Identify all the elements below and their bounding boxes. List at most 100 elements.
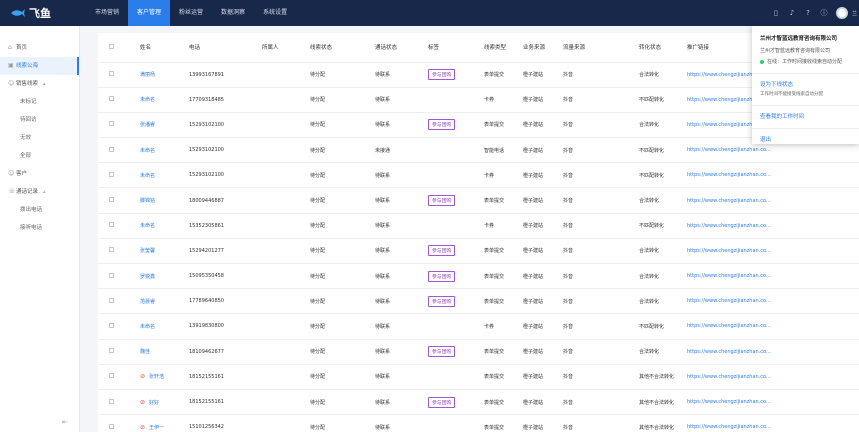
cell-biz: 橙子建站 — [523, 364, 563, 390]
lead-name-link[interactable]: 好好 — [149, 400, 159, 406]
sidebar-item-sales-leads[interactable]: ☺ 销售线索 ▴ — [0, 75, 79, 93]
table-row[interactable]: 滕锦铭 18009446887 待分配 待联系 参与团购 表单提交 橙子建站 抖音 合法转化 ht… — [98, 187, 859, 214]
lead-name-link[interactable]: 满丽杨 — [140, 72, 155, 78]
cell-phone: 15352305861 — [189, 213, 262, 239]
promo-link[interactable]: https://www.chengzijianzhan.co... — [687, 198, 771, 204]
select-all-checkbox[interactable] — [98, 33, 140, 63]
help-icon[interactable]: ? — [800, 0, 816, 26]
promo-link[interactable]: https://www.chengzijianzhan.co... — [687, 248, 771, 254]
cell-biz: 橙子建站 — [523, 112, 563, 139]
app-logo[interactable]: 飞鱼 — [0, 0, 80, 26]
row-checkbox[interactable] — [98, 137, 140, 164]
row-checkbox[interactable] — [98, 87, 140, 113]
lead-name-link[interactable]: 王伊一 — [149, 425, 164, 431]
lead-name-link[interactable]: 未命名 — [140, 148, 155, 154]
sidebar-item-revisit[interactable]: 待回访 — [0, 111, 79, 129]
view-worktime-link[interactable]: 查看我的工作时间 — [760, 112, 851, 120]
col-name: 姓名 — [140, 33, 189, 63]
cell-link: https://www.chengzijianzhan.co... — [687, 238, 859, 265]
lead-name-link[interactable]: 滕锦铭 — [140, 198, 155, 204]
sidebar-item-outgoing[interactable]: 拨出电话 — [0, 201, 79, 219]
promo-link[interactable]: https://www.chengzijianzhan.co... — [687, 399, 771, 405]
user-short-name[interactable]: 兰 — [852, 10, 857, 17]
lead-name-link[interactable]: 张潘睿 — [140, 122, 155, 128]
lead-name-link[interactable]: 范晨睿 — [140, 299, 155, 305]
lead-name-link[interactable]: 未命名 — [140, 173, 155, 179]
nav-fans[interactable]: 粉丝运营 — [170, 0, 212, 26]
table-row[interactable]: 未命名 13919830800 待分配 待联系 卡券 橙子建站 抖音 不匹配转化 https:/… — [98, 313, 859, 340]
nav-customer-management[interactable]: 客户管理 — [128, 0, 171, 26]
table-row[interactable]: ⊘ 王伊一 15101256342 待分配 待联系 表单提交 橙子建站 抖音 其他不合法转化 ht… — [98, 414, 859, 432]
cell-name: 罗锐鑫 — [140, 263, 189, 290]
cell-link: https://www.chengzijianzhan.co... — [687, 213, 859, 239]
table-row[interactable]: 罗锐鑫 15095350458 待分配 待联系 参与团购 表单提交 橙子建站 抖音 合法转化 ht… — [98, 263, 859, 290]
row-checkbox[interactable] — [98, 364, 140, 390]
nav-system-settings[interactable]: 系统设置 — [254, 0, 296, 26]
table-row[interactable]: 未命名 15293102100 待分配 待联系 卡券 橙子建站 抖音 不匹配转化 https:/… — [98, 162, 859, 189]
row-checkbox[interactable] — [98, 339, 140, 365]
row-checkbox[interactable] — [98, 313, 140, 340]
lead-name-link[interactable]: 罗锐鑫 — [140, 274, 155, 280]
sidebar-item-call-records[interactable]: ☏ 通话记录 ▴ — [0, 183, 79, 201]
promo-link[interactable]: https://www.chengzijianzhan.co... — [687, 323, 771, 329]
row-checkbox[interactable] — [98, 162, 140, 189]
company-sub: 兰州才智蓝远教育咨询有限公司 — [760, 48, 831, 54]
sidebar-item-clue-pool[interactable]: ▣ 线索公海 — [0, 57, 79, 75]
nav-data-insight[interactable]: 数据洞察 — [212, 0, 254, 26]
promo-link[interactable]: https://www.chengzijianzhan.co... — [687, 298, 771, 304]
sidebar-item-incoming[interactable]: 接听电话 — [0, 219, 79, 237]
table-row[interactable]: 未命名 15352305861 待分配 待联系 卡券 橙子建站 抖音 不匹配转化 https:/… — [98, 213, 859, 239]
cell-status: 待分配 — [310, 62, 375, 88]
table-row[interactable]: ⊘ 张轩浩 18152155161 待分配 待联系 表单提交 橙子建站 抖音 其他不合法转化 ht… — [98, 364, 859, 390]
logout-link[interactable]: 退出 — [760, 135, 851, 143]
promo-link[interactable]: https://www.chengzijianzhan.co... — [687, 172, 771, 178]
promo-link[interactable]: https://www.chengzijianzhan.co... — [687, 424, 771, 430]
cell-biz: 橙子建站 — [523, 87, 563, 113]
sidebar-item-customer[interactable]: ☺ 客户 — [0, 165, 79, 183]
promo-link[interactable]: https://www.chengzijianzhan.co... — [687, 223, 771, 229]
mobile-icon[interactable]: ▯ — [768, 0, 784, 26]
table-row[interactable]: 满丽杨 13993167891 待分配 待联系 参与团购 表单提交 橙子建站 抖音 合法转化 ht… — [98, 62, 859, 88]
table-row[interactable]: 张潘睿 15293102100 待分配 待联系 参与团购 表单提交 橙子建站 抖音 合法转化 ht… — [98, 112, 859, 139]
collapse-sidebar-icon[interactable]: ⇤ — [62, 418, 68, 426]
row-checkbox[interactable] — [98, 112, 140, 139]
lead-name-link[interactable]: 张莹馨 — [140, 248, 155, 254]
row-checkbox[interactable] — [98, 238, 140, 265]
table-row[interactable]: 魏佳 18109462677 待分配 待联系 参与团购 表单提交 橙子建站 抖音 合法转化 htt… — [98, 339, 859, 365]
sidebar-item-unmarked[interactable]: 未标记 — [0, 93, 79, 111]
cell-link: https://www.chengzijianzhan.co... — [687, 263, 859, 290]
table-row[interactable]: ⊘ 好好 18152155161 待分配 待联系 参与团购 表单提交 橙子建站 抖音 其他不合法转… — [98, 389, 859, 416]
table-row[interactable]: 张莹馨 15294201277 待分配 待联系 参与团购 表单提交 橙子建站 抖音 合法转化 ht… — [98, 238, 859, 265]
avatar[interactable] — [835, 7, 848, 19]
row-checkbox[interactable] — [98, 389, 140, 416]
lead-name-link[interactable]: 未命名 — [140, 97, 155, 103]
row-checkbox[interactable] — [98, 213, 140, 239]
row-checkbox[interactable] — [98, 288, 140, 315]
table-row[interactable]: 范晨睿 17789640850 待分配 待联系 参与团购 表单提交 橙子建站 抖音 合法转化 ht… — [98, 288, 859, 315]
sidebar-item-all[interactable]: 全部 — [0, 147, 79, 165]
lead-name-link[interactable]: 未命名 — [140, 223, 155, 229]
bell-icon[interactable]: ♪ — [784, 0, 800, 26]
sidebar-item-invalid[interactable]: 无效 — [0, 129, 79, 147]
promo-link[interactable]: https://www.chengzijianzhan.co... — [687, 147, 771, 153]
table-row[interactable]: 未命名 17709318485 待分配 待联系 卡券 橙子建站 抖音 不匹配转化 https:/… — [98, 87, 859, 113]
lead-name-link[interactable]: 张轩浩 — [149, 374, 164, 380]
set-offline-link[interactable]: 设为下线状态 — [760, 80, 851, 88]
cell-phone: 18152155161 — [189, 364, 262, 390]
row-checkbox[interactable] — [98, 263, 140, 290]
row-checkbox[interactable] — [98, 414, 140, 432]
lead-name-link[interactable]: 未命名 — [140, 324, 155, 330]
cell-traffic: 抖音 — [563, 238, 639, 265]
lead-name-link[interactable]: 魏佳 — [140, 349, 150, 355]
table-row[interactable]: 未命名 15293102100 待分配 未接通 智能电话 橙子建站 抖音 不匹配转化 https… — [98, 137, 859, 164]
promo-link[interactable]: https://www.chengzijianzhan.co... — [687, 273, 771, 279]
row-checkbox[interactable] — [98, 187, 140, 214]
info-icon[interactable]: ⓘ — [816, 0, 832, 26]
promo-link[interactable]: https://www.chengzijianzhan.co... — [687, 374, 771, 380]
nav-marketing[interactable]: 市场营销 — [86, 0, 128, 26]
promo-link[interactable]: https://www.chengzijianzhan.co... — [687, 349, 771, 355]
sidebar-item-home[interactable]: ⌂ 首页 — [0, 39, 79, 57]
cell-type: 表单提交 — [484, 62, 523, 88]
row-checkbox[interactable] — [98, 62, 140, 88]
cell-call: 待联系 — [375, 87, 428, 113]
